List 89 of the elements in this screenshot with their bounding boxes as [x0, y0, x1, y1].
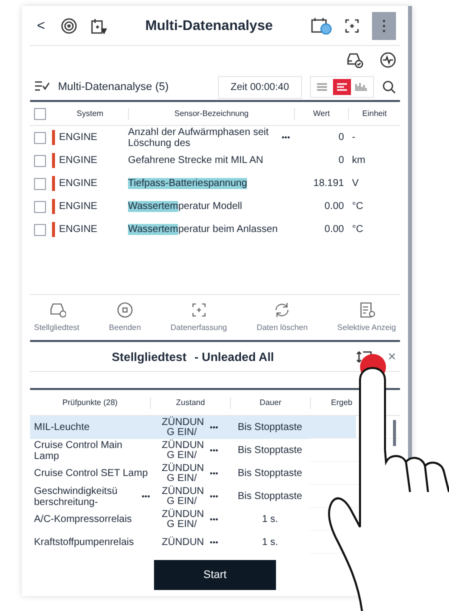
table-cell-text: ENGINE	[59, 177, 98, 191]
table-cell: Kraftstoffpumpenrelais	[34, 537, 134, 548]
image-add-icon[interactable]	[90, 16, 108, 34]
table-cell: Tiefpass-Batteriespannung	[128, 178, 248, 189]
table-cell-text: -	[351, 131, 356, 145]
row-checkbox[interactable]	[34, 224, 46, 236]
actuator-icon	[48, 301, 66, 319]
table-cell-text: Bis Stopptaste	[236, 467, 304, 481]
table-cell: ZÜNDUN	[162, 538, 202, 548]
calendar-badge-icon[interactable]	[310, 16, 332, 34]
more-button[interactable]: •••	[210, 446, 218, 456]
more-button[interactable]: •••	[210, 514, 218, 524]
table-cell: Wassertemperatur Modell	[128, 201, 242, 212]
table-cell: Cruise Control SET Lamp	[34, 468, 148, 479]
table-cell-text: V	[351, 177, 360, 191]
wave-icon	[354, 80, 370, 94]
bars-view-button[interactable]	[333, 79, 351, 95]
table-cell-text: Geschwindigkeitsü berschreitung-	[34, 486, 118, 508]
panel-title: Stellgliedtest	[112, 348, 186, 366]
table-cell: ZÜNDUN G EIN/	[162, 440, 202, 460]
table-cell-text: Bis Stopptaste	[236, 490, 304, 504]
sort-icon[interactable]	[356, 350, 372, 364]
stop-button[interactable]: Beenden	[108, 301, 141, 334]
table-cell: Anzahl der Aufwärmphasen seit Löschung des	[128, 126, 270, 148]
select-icon	[358, 301, 376, 319]
table-cell-text: Bis Stopptaste	[236, 421, 304, 435]
pulse-icon[interactable]	[380, 52, 396, 68]
panel-subtitle: - Unleaded All	[194, 348, 274, 366]
column-header[interactable]: Einheit	[348, 108, 400, 120]
column-header[interactable]: Wert	[294, 108, 348, 120]
back-button[interactable]: <	[34, 15, 48, 36]
more-button[interactable]: •••	[278, 132, 294, 143]
row-checkbox[interactable]	[34, 154, 46, 166]
table-cell: ZÜNDUN G EIN/	[162, 510, 202, 530]
table-cell-text: 1 s.	[260, 513, 280, 527]
time-display: Zeit 00:00:40	[218, 76, 302, 98]
row-checkbox[interactable]	[34, 132, 46, 144]
window-title: Multi-Datenanalyse	[144, 16, 274, 35]
more-button[interactable]: •••	[210, 468, 218, 478]
car-check-icon[interactable]	[346, 52, 364, 68]
column-header[interactable]: System	[52, 108, 128, 120]
column-header[interactable]: Prüfpunkte (28)	[30, 396, 150, 408]
table-cell-text: Bis Stopptaste	[236, 444, 304, 458]
refresh-button[interactable]: Daten löschen	[256, 301, 308, 334]
start-button[interactable]: Start	[154, 560, 276, 590]
table-cell-text: 0	[337, 154, 345, 168]
actuator-button[interactable]: Stellgliedtest	[34, 301, 80, 334]
row-checkbox[interactable]	[34, 200, 46, 212]
table-cell-text: ENGINE	[59, 223, 98, 237]
capture-button[interactable]: Datenerfassung	[170, 301, 227, 334]
table-cell: Wassertemperatur beim Anlassen	[128, 224, 278, 235]
table-cell-text: ENGINE	[59, 131, 98, 145]
table-cell: ZÜNDUN G EIN/	[162, 464, 202, 484]
close-button[interactable]: ×	[388, 346, 396, 367]
table-cell: ZÜNDUN G EIN/	[162, 418, 202, 438]
table-cell-text: 18.191	[312, 177, 345, 191]
table-cell-text: °C	[351, 223, 364, 237]
select-button[interactable]: Selektive Anzeig	[337, 301, 396, 334]
table-cell: MIL-Leuchte	[34, 422, 90, 433]
column-header[interactable]: Ergeb	[311, 396, 352, 408]
search-icon[interactable]	[382, 80, 396, 94]
table-cell-text: ENGINE	[59, 154, 98, 168]
scrollbar[interactable]	[393, 420, 396, 446]
row-checkbox[interactable]	[34, 178, 46, 190]
column-header[interactable]: Zustand	[151, 396, 230, 408]
table-cell-text: 0.00	[324, 223, 345, 237]
table-title: Multi-Datenanalyse (5)	[58, 80, 170, 95]
more-button[interactable]: •••	[210, 492, 218, 502]
select-all-checkbox[interactable]	[34, 108, 46, 120]
table-cell: ZÜNDUN G EIN/	[162, 486, 202, 506]
table-cell-text: ENGINE	[59, 200, 98, 214]
table-cell: A/C-Kompressorrelais	[34, 514, 132, 525]
refresh-icon	[273, 301, 292, 319]
more-button[interactable]: •••	[142, 491, 150, 502]
capture-icon	[190, 301, 208, 319]
column-header[interactable]: Dauer	[231, 396, 310, 408]
more-button[interactable]: •••	[210, 538, 218, 548]
table-cell-text: °C	[351, 200, 364, 214]
vertical-dots-icon	[382, 18, 386, 32]
table-cell-text: 1 s.	[260, 536, 280, 550]
table-cell: Gefahrene Strecke mit MIL AN	[128, 155, 264, 166]
table-cell-text: 0	[337, 131, 345, 145]
capture-icon[interactable]	[344, 18, 360, 34]
stop-icon	[116, 301, 134, 319]
table-cell-text: Cruise Control Main Lamp	[34, 440, 124, 462]
table-cell-text: km	[351, 154, 366, 168]
column-header[interactable]: Sensor-Bezeichnung	[128, 108, 294, 120]
table-cell-text: 0.00	[324, 200, 345, 214]
more-button[interactable]: •••	[210, 422, 218, 432]
